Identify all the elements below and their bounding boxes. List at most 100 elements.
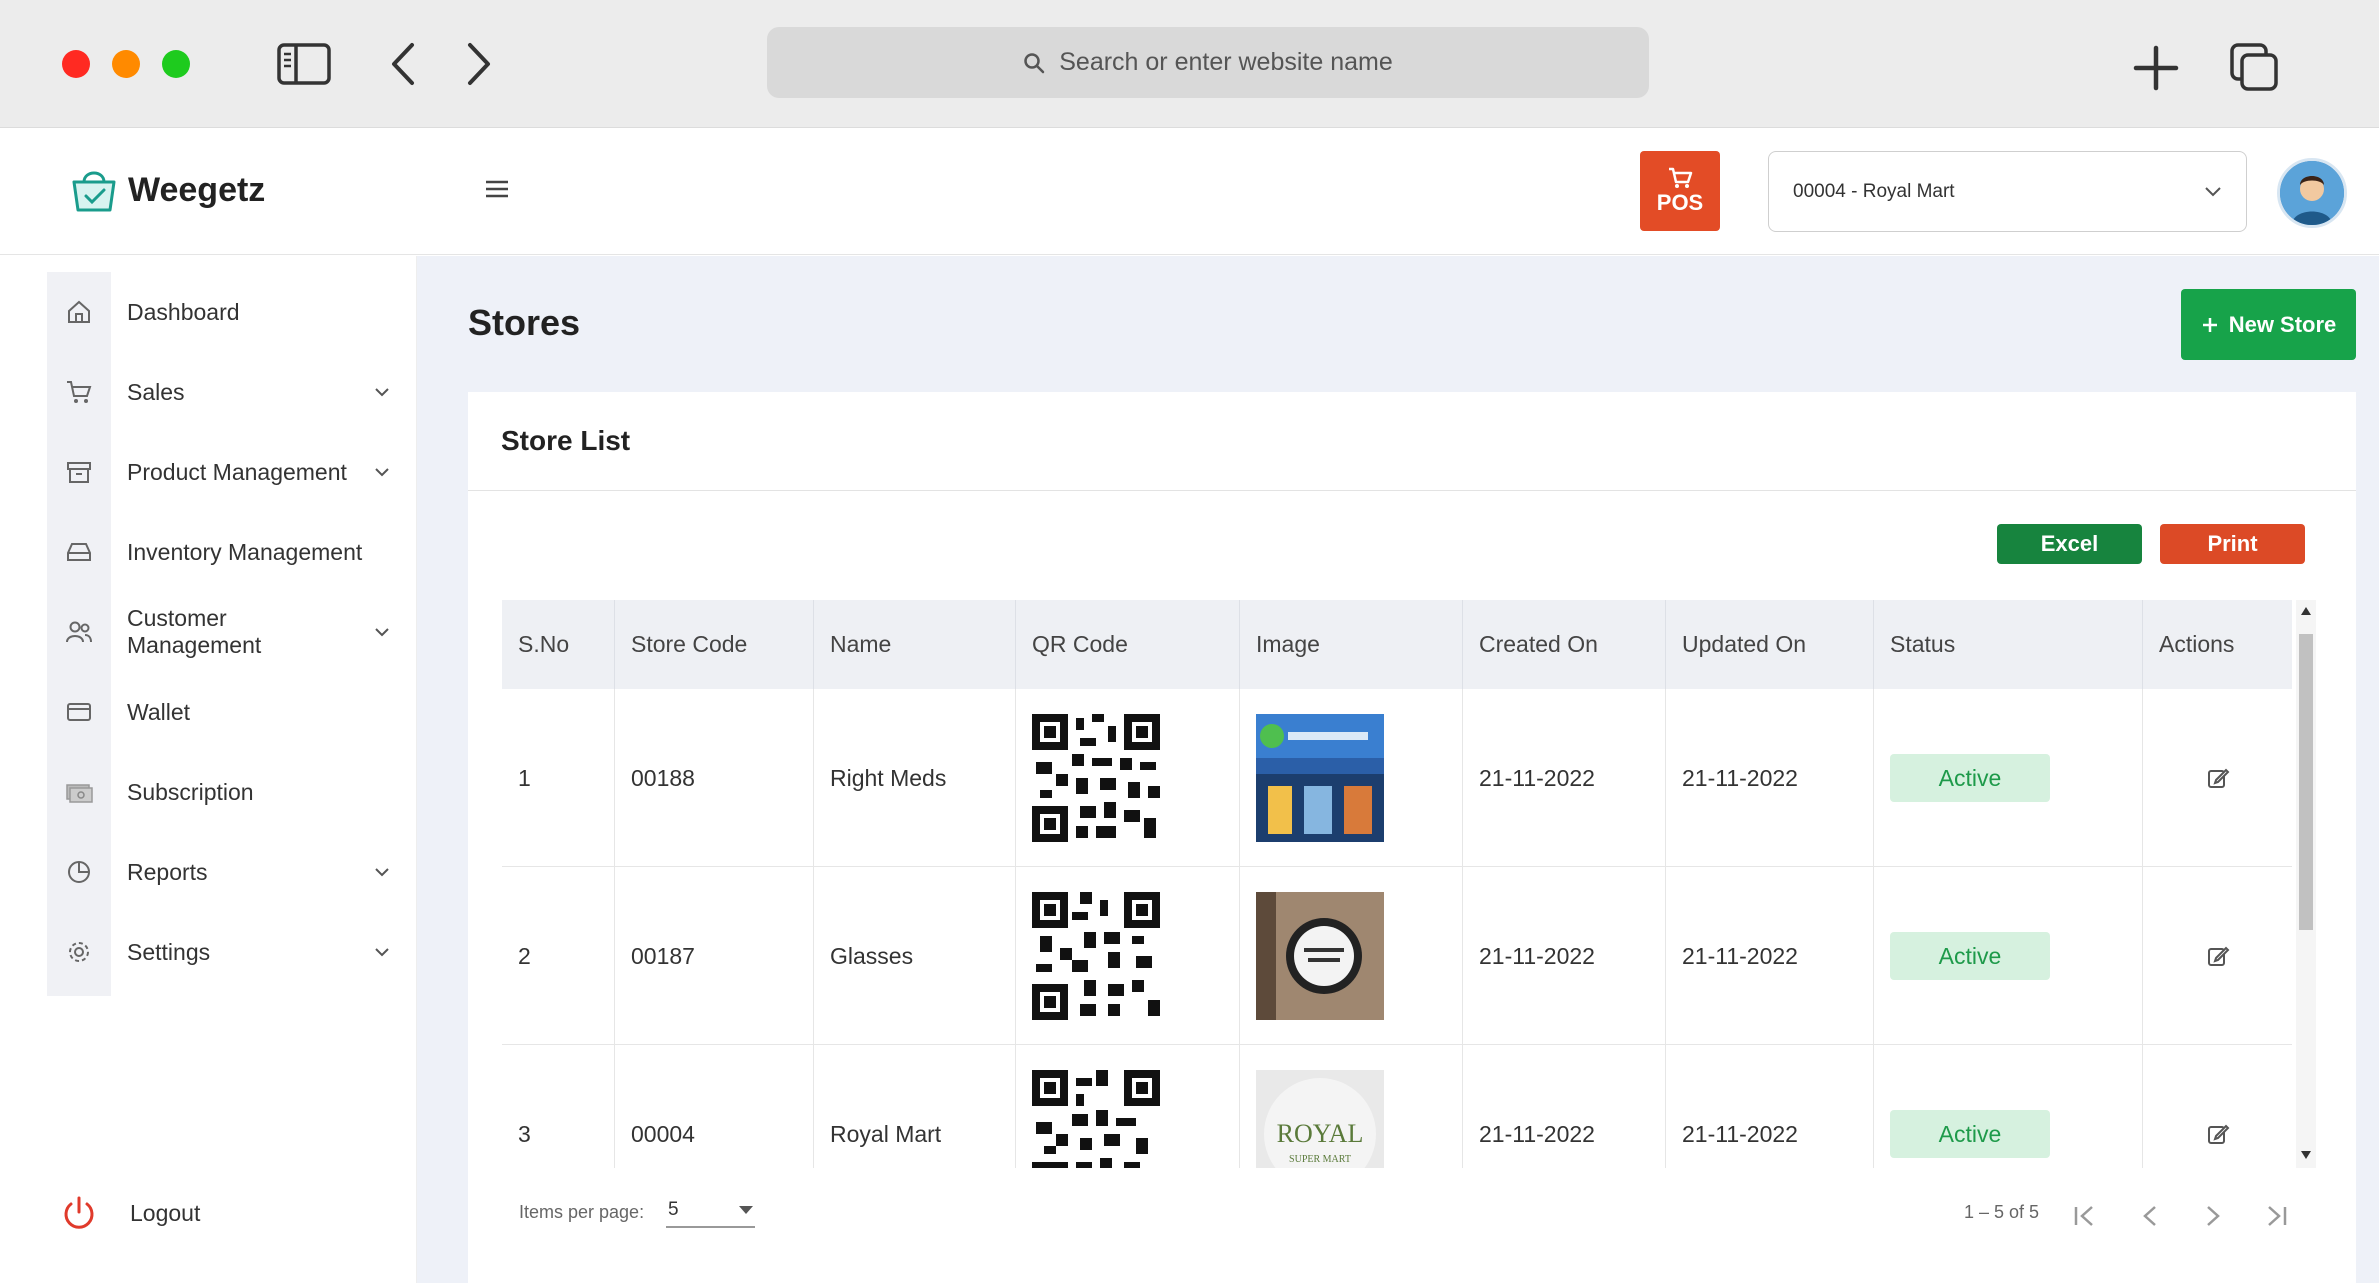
cell-qr: [1016, 1045, 1240, 1168]
cell-actions: [2143, 1045, 2292, 1168]
cell-qr: [1016, 689, 1240, 867]
cart-icon: [67, 381, 92, 403]
close-window-button[interactable]: [62, 50, 90, 78]
cell-status: Active: [1874, 1045, 2143, 1168]
cell-image: [1240, 689, 1463, 867]
users-icon: [66, 621, 92, 643]
status-badge: Active: [1890, 932, 2050, 980]
cell-name: Glasses: [814, 867, 1016, 1045]
brand-name: Weegetz: [128, 170, 266, 209]
column-header[interactable]: Actions: [2143, 600, 2292, 689]
stores-table: S.No Store Code Name QR Code Image Creat…: [502, 600, 2292, 1168]
last-page-icon: [2268, 1206, 2287, 1226]
pos-button[interactable]: POS: [1640, 151, 1720, 231]
gear-icon: [69, 942, 89, 962]
tabs-overview-icon[interactable]: [2230, 43, 2280, 93]
sidebar-toggle-icon[interactable]: [277, 43, 331, 85]
edit-icon[interactable]: [2206, 1122, 2230, 1146]
column-header[interactable]: Image: [1240, 600, 1463, 689]
print-button[interactable]: Print: [2160, 524, 2305, 564]
column-header[interactable]: Name: [814, 600, 1016, 689]
sidebar-item-label: Dashboard: [127, 298, 240, 325]
address-placeholder: Search or enter website name: [1059, 48, 1393, 76]
forward-icon[interactable]: [466, 42, 492, 86]
scrollbar-thumb[interactable]: [2299, 634, 2313, 930]
divider: [468, 490, 2356, 491]
previous-page-button[interactable]: [2130, 1196, 2170, 1236]
logout-label: Logout: [130, 1199, 201, 1226]
sidebar-item-wallet[interactable]: Wallet: [47, 682, 397, 742]
cell-sno: 1: [502, 689, 615, 867]
back-icon[interactable]: [390, 42, 416, 86]
cell-updated-on: 21-11-2022: [1666, 867, 1874, 1045]
cell-image: ROYAL SUPER MART: [1240, 1045, 1463, 1168]
sidebar-item-inventory-management[interactable]: Inventory Management: [47, 522, 397, 582]
cell-updated-on: 21-11-2022: [1666, 689, 1874, 867]
cell-name: Royal Mart: [814, 1045, 1016, 1168]
brand-logo[interactable]: Weegetz: [66, 162, 265, 218]
edit-icon[interactable]: [2206, 766, 2230, 790]
sidebar-item-customer-management[interactable]: Customer Management: [47, 602, 397, 662]
chevron-down-icon: [2205, 186, 2221, 196]
edit-icon[interactable]: [2206, 944, 2230, 968]
sidebar-item-settings[interactable]: Settings: [47, 922, 397, 982]
column-header[interactable]: S.No: [502, 600, 615, 689]
maximize-window-button[interactable]: [162, 50, 190, 78]
user-avatar[interactable]: [2277, 158, 2347, 228]
excel-export-button[interactable]: Excel: [1997, 524, 2142, 564]
first-page-button[interactable]: [2065, 1196, 2105, 1236]
logout-button[interactable]: Logout: [62, 1195, 200, 1231]
sidebar-item-sales[interactable]: Sales: [47, 362, 397, 422]
minimize-window-button[interactable]: [112, 50, 140, 78]
scroll-down-icon[interactable]: [2300, 1150, 2312, 1160]
column-header[interactable]: Created On: [1463, 600, 1666, 689]
sidebar-item-reports[interactable]: Reports: [47, 842, 397, 902]
status-badge: Active: [1890, 754, 2050, 802]
cell-actions: [2143, 689, 2292, 867]
cell-status: Active: [1874, 867, 2143, 1045]
store-selector-value: 00004 - Royal Mart: [1793, 180, 1955, 202]
store-photo[interactable]: [1256, 714, 1384, 842]
qr-code-image[interactable]: [1032, 892, 1160, 1020]
power-icon: [64, 1196, 94, 1229]
table-row: 2 00187 Glasses 21-11-2022 21-11-2022 Ac…: [502, 867, 2292, 1045]
chevron-down-icon: [375, 628, 389, 637]
menu-toggle-icon[interactable]: [484, 178, 510, 200]
items-per-page-value: 5: [668, 1199, 679, 1220]
next-page-button[interactable]: [2193, 1196, 2233, 1236]
wallet-icon: [67, 703, 91, 721]
chevron-down-icon: [375, 868, 389, 877]
column-header[interactable]: QR Code: [1016, 600, 1240, 689]
last-page-button[interactable]: [2256, 1196, 2296, 1236]
store-selector[interactable]: 00004 - Royal Mart: [1768, 151, 2247, 232]
store-photo[interactable]: [1256, 892, 1384, 1020]
sidebar-item-subscription[interactable]: Subscription: [47, 762, 397, 822]
store-logo-image[interactable]: ROYAL SUPER MART: [1256, 1070, 1384, 1168]
cell-qr: [1016, 867, 1240, 1045]
home-icon: [68, 300, 90, 323]
new-tab-icon[interactable]: [2133, 45, 2179, 91]
svg-text:SUPER MART: SUPER MART: [1289, 1154, 1351, 1165]
paginator: Items per page: 5 1 – 5 of 5: [502, 1190, 2292, 1240]
qr-code-image[interactable]: [1032, 714, 1160, 842]
column-header[interactable]: Updated On: [1666, 600, 1874, 689]
sidebar-item-label: Inventory Management: [127, 538, 363, 565]
pos-label: POS: [1656, 190, 1704, 215]
column-header[interactable]: Status: [1874, 600, 2143, 689]
scroll-up-icon[interactable]: [2300, 606, 2312, 616]
svg-text:ROYAL: ROYAL: [1277, 1119, 1364, 1148]
first-page-icon: [2074, 1206, 2093, 1226]
qr-code-image[interactable]: [1032, 1070, 1160, 1168]
new-store-button[interactable]: New Store: [2181, 289, 2356, 360]
sidebar-item-product-management[interactable]: Product Management: [47, 442, 397, 502]
address-bar[interactable]: Search or enter website name: [767, 27, 1649, 98]
column-header[interactable]: Store Code: [615, 600, 814, 689]
basket-logo-icon: [72, 171, 116, 212]
cell-created-on: 21-11-2022: [1463, 689, 1666, 867]
items-per-page-select[interactable]: 5: [666, 1194, 755, 1228]
sidebar-item-dashboard[interactable]: Dashboard: [47, 282, 397, 342]
cell-store-code: 00188: [615, 689, 814, 867]
chevron-right-icon: [2207, 1206, 2220, 1226]
sidebar-item-label: Customer Management: [127, 605, 262, 658]
cell-created-on: 21-11-2022: [1463, 867, 1666, 1045]
